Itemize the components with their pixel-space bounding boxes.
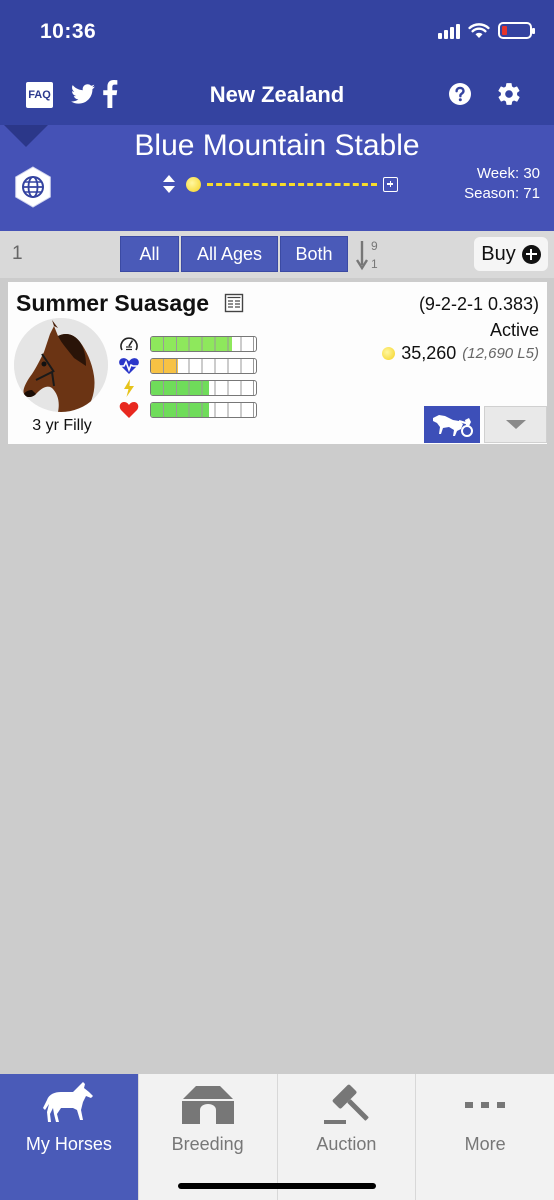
signal-icon <box>438 23 460 39</box>
app-header: 10:36 FAQ New Zealand <box>0 0 554 125</box>
harness-race-button[interactable] <box>424 406 480 443</box>
tab-breeding[interactable]: Breeding <box>137 1074 277 1200</box>
globe-icon[interactable] <box>12 166 54 208</box>
tab-label: My Horses <box>25 1134 112 1154</box>
race-record: (9-2-2-1 0.383) <box>418 294 539 314</box>
progress-dashes <box>207 182 377 186</box>
age-sex-label: 3 yr Filly <box>32 417 92 434</box>
status-icons <box>438 22 535 39</box>
horse-icon <box>42 1082 93 1122</box>
sort-bottom-digit: 1 <box>371 257 378 271</box>
stable-panel: Blue Mountain Stable Week: 30 Season: 71 <box>0 125 554 231</box>
buy-label: Buy <box>481 242 516 265</box>
filter-ages-button[interactable]: All Ages <box>181 236 278 272</box>
help-icon[interactable] <box>448 82 472 106</box>
wifi-icon <box>468 22 490 38</box>
expand-card-button[interactable] <box>484 406 547 443</box>
gavel-icon <box>324 1084 369 1124</box>
horse-avatar[interactable] <box>14 318 108 412</box>
earnings-last-five: (12,690 L5) <box>462 345 539 362</box>
stat-bar <box>150 336 257 352</box>
horse-count: 1 <box>12 243 23 264</box>
tab-label: More <box>464 1134 506 1154</box>
battery-icon <box>498 22 535 39</box>
chevron-down-icon <box>505 420 526 429</box>
heart-icon <box>119 401 139 418</box>
week-label: Week: 30 <box>476 165 540 182</box>
tab-my-horses[interactable]: My Horses <box>0 1074 138 1200</box>
stat-health <box>118 401 268 419</box>
season-label: Season: 71 <box>464 185 540 202</box>
buy-button[interactable]: Buy <box>474 237 548 271</box>
up-down-arrows-icon[interactable] <box>162 174 176 194</box>
stat-bar <box>150 402 257 418</box>
horse-head-image <box>14 318 108 412</box>
sun-icon <box>186 176 201 192</box>
home-indicator <box>178 1183 376 1189</box>
coin-icon <box>382 347 396 360</box>
sort-icon[interactable]: 9 1 <box>356 237 382 271</box>
horse-status: Active <box>489 320 539 340</box>
stat-stamina <box>118 357 268 375</box>
earnings: 35,260 (12,690 L5) <box>382 343 539 364</box>
bottom-tab-bar: My Horses Breeding Auction More <box>0 1074 554 1200</box>
notes-icon[interactable] <box>224 293 244 313</box>
expand-plus-icon[interactable] <box>383 176 398 192</box>
horse-name[interactable]: Summer Suasage <box>16 290 209 317</box>
heart-rate-icon <box>119 358 139 374</box>
sort-top-digit: 9 <box>371 239 378 253</box>
season-progress <box>162 174 398 194</box>
stat-bar <box>150 380 257 396</box>
status-time: 10:36 <box>40 20 97 43</box>
filter-gender-button[interactable]: Both <box>280 236 348 272</box>
tab-label: Breeding <box>171 1134 244 1154</box>
tab-more[interactable]: More <box>415 1074 554 1200</box>
stat-speed <box>118 335 268 353</box>
stat-bar <box>150 358 257 374</box>
horse-card[interactable]: Summer Suasage (9-2-2-1 0.383) Active 35… <box>8 282 547 444</box>
filter-bar: 1 All All Ages Both 9 1 Buy <box>0 231 554 278</box>
tab-auction[interactable]: Auction <box>276 1074 416 1200</box>
barn-icon <box>181 1086 234 1124</box>
plus-circle-icon <box>521 244 541 264</box>
lightning-icon <box>124 379 134 397</box>
filter-all-button[interactable]: All <box>120 236 179 272</box>
earnings-value: 35,260 <box>401 343 457 363</box>
speedometer-icon <box>120 337 138 351</box>
harness-horse-icon <box>433 414 473 437</box>
settings-icon[interactable] <box>496 81 522 107</box>
stable-name[interactable]: Blue Mountain Stable <box>0 129 554 163</box>
tab-label: Auction <box>316 1134 377 1154</box>
more-dots-icon <box>465 1102 506 1108</box>
stat-energy <box>118 379 268 397</box>
